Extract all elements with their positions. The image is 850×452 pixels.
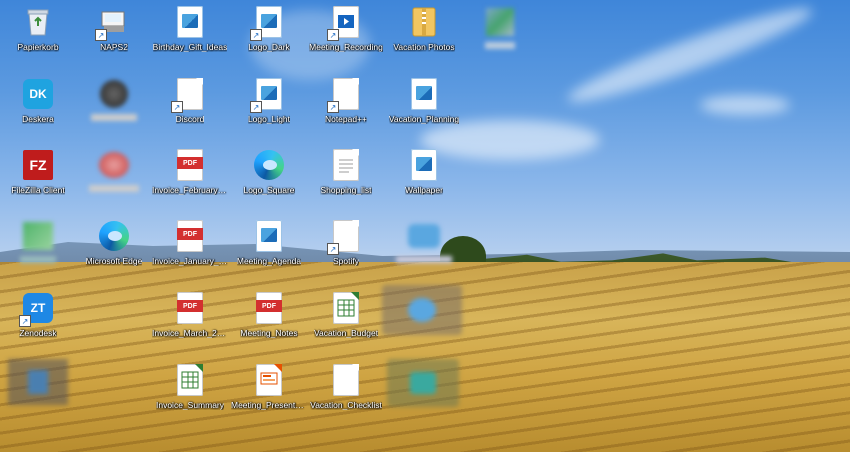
desktop-icon-blurred[interactable]: [386, 216, 462, 280]
shortcut-arrow-icon: ↗: [171, 101, 183, 113]
image-document-icon: [407, 77, 441, 111]
blurred-app-icon: [483, 5, 517, 39]
desktop-icon-filezilla[interactable]: FZ FileZilla Client: [0, 145, 76, 209]
desktop-icon-invoice-january[interactable]: PDF Invoice_January_2024: [152, 216, 228, 280]
desktop-icon-vacation-photos[interactable]: Vacation Photos: [386, 2, 462, 66]
desktop-icon-shopping-list[interactable]: Shopping_list: [308, 145, 384, 209]
image-file-icon: [407, 148, 441, 182]
desktop-icon-meeting-presentation[interactable]: Meeting_Presentation: [231, 360, 307, 424]
image-file-icon: ↗: [250, 77, 286, 113]
blank-document-icon: ↗: [171, 77, 207, 113]
desktop-icon-vacation-budget[interactable]: Vacation_Budget: [308, 288, 384, 352]
desktop-icon-logo-light[interactable]: ↗ Logo_Light: [231, 74, 307, 138]
desktop-icon-deskera[interactable]: DK Deskera: [0, 74, 76, 138]
pdf-icon: PDF: [173, 148, 207, 182]
desktop-icon-invoice-february[interactable]: PDF Invoice_February_2...: [152, 145, 228, 209]
desktop-icon-recycle-bin[interactable]: Papierkorb: [0, 2, 76, 66]
text-document-icon: [329, 148, 363, 182]
filezilla-icon: FZ: [21, 148, 55, 182]
scanner-icon: ↗: [95, 5, 131, 41]
blurred-app-icon: [21, 219, 55, 253]
desktop-icon-spotify[interactable]: ↗ Spotify: [308, 216, 384, 280]
desktop-icon-vacation-checklist[interactable]: Vacation_Checklist: [308, 360, 384, 424]
desktop-icon-birthday-gift-ideas[interactable]: Birthday_Gift_Ideas: [152, 2, 228, 66]
desktop-icon-blurred[interactable]: [76, 145, 152, 209]
shortcut-arrow-icon: ↗: [250, 29, 262, 41]
desktop-icon-zenodesk[interactable]: ZT ↗ Zenodesk: [0, 288, 76, 352]
zenodesk-app-icon: ZT ↗: [19, 291, 55, 327]
edge-icon: [97, 219, 131, 253]
blurred-app-icon: [407, 219, 441, 253]
blank-document-icon: ↗: [327, 219, 363, 255]
edge-icon: [252, 148, 286, 182]
cloud: [562, 0, 818, 114]
desktop-icon-blurred[interactable]: [0, 356, 76, 420]
desktop-icon-meeting-notes[interactable]: PDF Meeting_Notes: [231, 288, 307, 352]
desktop-icon-logo-square[interactable]: Logo_Square: [231, 145, 307, 209]
image-document-icon: [173, 5, 207, 39]
desktop-icon-invoice-march[interactable]: PDF Invoice_March_2024: [152, 288, 228, 352]
desktop-icon-meeting-recording[interactable]: ↗ Meeting_Recording: [308, 2, 384, 66]
blurred-app-icon: [97, 77, 131, 111]
spreadsheet-icon: [329, 291, 363, 325]
shortcut-arrow-icon: ↗: [327, 243, 339, 255]
desktop-icon-blurred[interactable]: [380, 282, 464, 338]
desktop-icon-wallpaper[interactable]: Wallpaper: [386, 145, 462, 209]
blurred-app-icon: [8, 359, 68, 405]
desktop-icon-blurred[interactable]: [462, 2, 538, 66]
desktop-icon-blurred[interactable]: [76, 74, 152, 138]
pdf-icon: PDF: [173, 219, 207, 253]
shortcut-arrow-icon: ↗: [250, 101, 262, 113]
desktop-icon-vacation-planning[interactable]: Vacation_Planning: [386, 74, 462, 138]
pdf-icon: PDF: [252, 291, 286, 325]
desktop-icon-discord[interactable]: ↗ Discord: [152, 74, 228, 138]
desktop-icon-meeting-agenda[interactable]: Meeting_Agenda: [231, 216, 307, 280]
desktop-icon-naps2[interactable]: ↗ NAPS2: [76, 2, 152, 66]
pdf-icon: PDF: [173, 291, 207, 325]
deskera-app-icon: DK: [21, 77, 55, 111]
video-file-icon: ↗: [327, 5, 363, 41]
desktop-icon-blurred[interactable]: [386, 356, 460, 408]
blank-document-icon: [329, 363, 363, 397]
blurred-app-icon: [97, 148, 131, 182]
recycle-bin-icon: [21, 5, 55, 39]
spreadsheet-icon: [173, 363, 207, 397]
desktop-icon-notepad-plus-plus[interactable]: ↗ Notepad++: [308, 74, 384, 138]
desktop-icon-invoice-summary[interactable]: Invoice_Summary: [152, 360, 228, 424]
desktop-icon-microsoft-edge[interactable]: Microsoft Edge: [76, 216, 152, 280]
desktop: Papierkorb ↗ NAPS2 Birthday_Gift_Ideas ↗…: [0, 0, 850, 452]
blurred-app-icon: [382, 285, 462, 335]
zip-folder-icon: [407, 5, 441, 39]
desktop-icon-logo-dark[interactable]: ↗ Logo_Dark: [231, 2, 307, 66]
blank-document-icon: ↗: [327, 77, 363, 113]
image-document-icon: [252, 219, 286, 253]
shortcut-arrow-icon: ↗: [327, 29, 339, 41]
blurred-app-icon: [387, 359, 459, 407]
image-file-icon: ↗: [250, 5, 286, 41]
shortcut-arrow-icon: ↗: [95, 29, 107, 41]
cloud: [700, 95, 790, 115]
desktop-icon-blurred[interactable]: [0, 216, 76, 280]
presentation-icon: [252, 363, 286, 397]
shortcut-arrow-icon: ↗: [327, 101, 339, 113]
shortcut-arrow-icon: ↗: [19, 315, 31, 327]
